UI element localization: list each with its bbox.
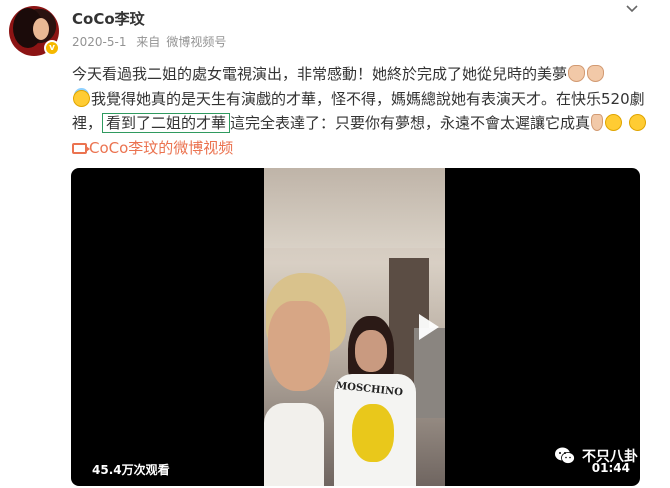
chevron-down-icon[interactable] [624, 2, 640, 16]
video-link-icon [72, 142, 90, 154]
avatar-face [33, 18, 49, 40]
watermark-text: 不只八卦 [582, 449, 638, 465]
text-part-3: 這完全表達了：只要你有夢想，永遠不會太遲讓它成真 [230, 114, 591, 132]
play-icon[interactable] [409, 309, 445, 345]
post-meta: 2020-5-1 来自 微博视频号 [72, 33, 232, 50]
scene-ceiling [264, 168, 445, 248]
verified-badge-icon: v [44, 40, 60, 56]
smile-emoji-icon [605, 114, 623, 131]
watermark: 不只八卦 [554, 446, 638, 466]
view-count: 45.4万次观看 [92, 463, 170, 477]
clap-emoji-icon [587, 65, 605, 82]
source-prefix: 来自 [136, 35, 161, 49]
post-source[interactable]: 微博视频号 [166, 35, 226, 49]
angel-emoji-icon [73, 89, 90, 107]
post-date[interactable]: 2020-5-1 [72, 35, 126, 49]
hug-emoji-icon [628, 114, 646, 131]
text-part-1: 今天看過我二姐的處女電視演出，非常感動！她終於完成了她從兒時的美夢 [72, 65, 568, 83]
post-text: 今天看過我二姐的處女電視演出，非常感動！她終於完成了她從兒時的美夢 我覺得她真的… [72, 62, 647, 160]
highlighted-phrase: 看到了二姐的才華 [102, 113, 231, 133]
author-name[interactable]: CoCo李玟 [72, 8, 145, 29]
video-player[interactable]: MOSCHINO 45.4万次观看 01:44 [71, 168, 640, 486]
peace-emoji-icon [591, 114, 604, 131]
clap-emoji-icon [568, 65, 586, 82]
wechat-icon [555, 447, 575, 464]
person-left [264, 273, 346, 486]
video-link-label: CoCo李玟的微博视频 [89, 138, 234, 157]
video-link[interactable]: CoCo李玟的微博视频 [72, 139, 233, 157]
